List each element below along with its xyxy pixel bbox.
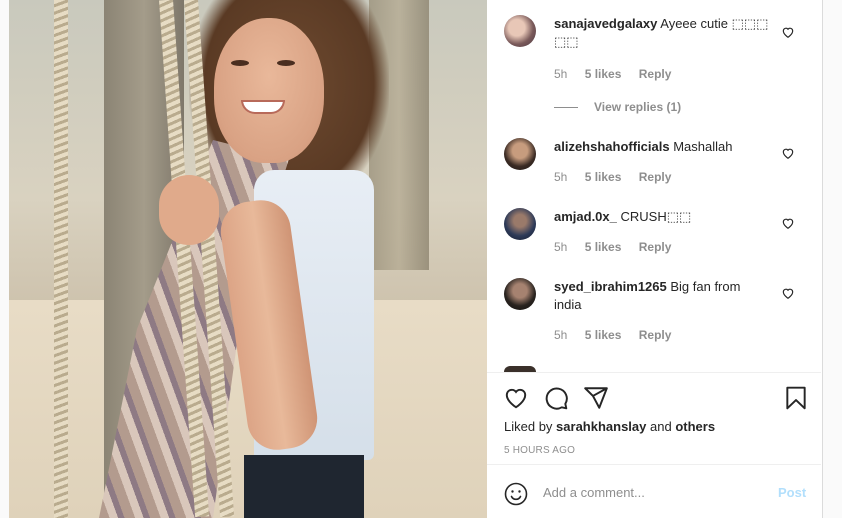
post-actions: Liked by sarahkhanslay and others 5 HOUR… [487,372,821,462]
comment-likes[interactable]: 5 likes [585,170,622,184]
comment-reply-button[interactable]: Reply [639,240,672,254]
comment-text: syed_ibrahim1265 Big fan from india [554,278,769,314]
bookmark-icon[interactable] [783,385,809,411]
comment-reply-button[interactable]: Reply [639,67,672,81]
photo-person-hand [159,175,219,245]
liked-by-prefix: Liked by [504,419,553,434]
photo-person-face [214,18,324,163]
user-avatar-icon[interactable] [504,278,536,310]
view-replies-label: View replies (1) [594,100,682,114]
replies-divider [554,107,578,109]
comment-time: 5h [554,67,568,81]
comment-reply-button[interactable]: Reply [639,328,672,342]
heart-icon[interactable] [503,385,529,411]
heart-icon[interactable] [781,146,795,160]
comment-text: alizehshahofficials Mashallah [554,138,769,156]
heart-icon[interactable] [781,216,795,230]
comment-meta: 5h 5 likes Reply [554,170,685,184]
heart-icon[interactable] [781,286,795,300]
photo-person-eye [231,60,249,66]
comment-meta: 5h 5 likes Reply [554,328,685,342]
post-button[interactable]: Post [778,485,806,500]
comment-likes[interactable]: 5 likes [585,240,622,254]
comment-username[interactable]: amjad.0x_ [554,209,617,224]
photo-swing-rope [54,0,68,518]
add-comment-input[interactable] [543,485,763,500]
photo-person-eye [277,60,295,66]
comment-likes[interactable]: 5 likes [585,328,622,342]
liked-by-others-link[interactable]: others [675,419,715,434]
comment-meta: 5h 5 likes Reply [554,67,685,81]
liked-by-user-link[interactable]: sarahkhanslay [556,419,646,434]
user-avatar-icon[interactable] [504,138,536,170]
comment-username[interactable]: alizehshahofficials [554,139,670,154]
comment-text: amjad.0x_ CRUSH⬚⬚ [554,208,769,226]
comment-username[interactable]: syed_ibrahim1265 [554,279,667,294]
liked-by-text: Liked by sarahkhanslay and others [504,419,715,434]
post-photo[interactable] [9,0,487,518]
comment-body: Mashallah [673,139,733,154]
comment-meta: 5h 5 likes Reply [554,240,685,254]
comment-text: sanajavedgalaxy Ayeee cutie ⬚⬚⬚ ⬚⬚ [554,15,769,51]
add-comment-bar: Post [487,464,821,518]
post-side-panel: sanajavedgalaxy Ayeee cutie ⬚⬚⬚ ⬚⬚ 5h 5 … [487,0,823,518]
comment-time: 5h [554,328,568,342]
post-timestamp[interactable]: 5 HOURS AGO [504,445,575,456]
comment-username[interactable]: sanajavedgalaxy [554,16,657,31]
comment-time: 5h [554,170,568,184]
user-avatar-icon[interactable] [504,15,536,47]
comment-icon[interactable] [543,385,569,411]
user-avatar-icon[interactable] [504,208,536,240]
share-icon[interactable] [583,385,609,411]
comment-likes[interactable]: 5 likes [585,67,622,81]
comments-list[interactable]: sanajavedgalaxy Ayeee cutie ⬚⬚⬚ ⬚⬚ 5h 5 … [487,0,821,372]
view-replies-button[interactable]: View replies (1) [554,100,681,114]
emoji-icon[interactable] [504,482,528,506]
comment-time: 5h [554,240,568,254]
heart-icon[interactable] [781,25,795,39]
comment-reply-button[interactable]: Reply [639,170,672,184]
comment-body: CRUSH⬚⬚ [620,209,692,224]
photo-person-pants [244,455,364,518]
liked-by-and: and [650,419,672,434]
